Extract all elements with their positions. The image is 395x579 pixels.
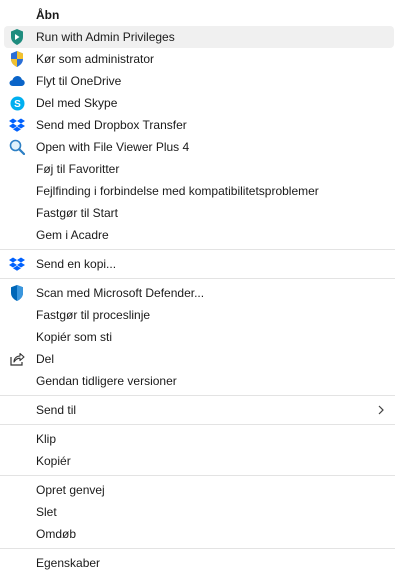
menu-item-rename-label: Omdøb — [36, 527, 77, 541]
menu-item-properties-label: Egenskaber — [36, 556, 101, 570]
menu-item-send-to-label: Send til — [36, 403, 77, 417]
empty-icon-slot — [9, 183, 25, 199]
menu-item-run-as-admin-label: Kør som administrator — [36, 52, 155, 66]
menu-item-send-copy[interactable]: Send en kopi... — [4, 253, 394, 275]
context-menu: Åbn Run with Admin Privileges Kør som ad… — [0, 0, 395, 579]
empty-icon-slot — [9, 402, 25, 418]
menu-item-create-shortcut[interactable]: Opret genvej — [4, 479, 394, 501]
empty-icon-slot — [9, 504, 25, 520]
menu-item-file-viewer-label: Open with File Viewer Plus 4 — [36, 140, 190, 154]
empty-icon-slot — [9, 227, 25, 243]
menu-item-compat[interactable]: Fejlfinding i forbindelse med kompatibil… — [4, 180, 394, 202]
shield-run-icon — [9, 29, 25, 45]
menu-item-cut-label: Klip — [36, 432, 57, 446]
menu-item-run-as-admin[interactable]: Kør som administrator — [4, 48, 394, 70]
menu-item-pin-taskbar-label: Fastgør til proceslinje — [36, 308, 151, 322]
menu-item-cut[interactable]: Klip — [4, 428, 394, 450]
menu-separator — [0, 548, 395, 549]
empty-icon-slot — [9, 161, 25, 177]
menu-item-open[interactable]: Åbn — [4, 4, 394, 26]
skype-icon: S — [9, 95, 25, 111]
svg-text:S: S — [14, 99, 21, 110]
empty-icon-slot — [9, 482, 25, 498]
empty-icon-slot — [9, 453, 25, 469]
menu-item-send-to[interactable]: Send til — [4, 399, 394, 421]
menu-item-favorites-label: Føj til Favoritter — [36, 162, 120, 176]
share-icon — [9, 351, 25, 367]
menu-item-send-copy-label: Send en kopi... — [36, 257, 117, 271]
menu-item-acadre-label: Gem i Acadre — [36, 228, 109, 242]
menu-item-copy-label: Kopiér — [36, 454, 71, 468]
menu-item-defender-label: Scan med Microsoft Defender... — [36, 286, 205, 300]
empty-icon-slot — [9, 373, 25, 389]
menu-item-pin-taskbar[interactable]: Fastgør til proceslinje — [4, 304, 394, 326]
menu-item-run-admin[interactable]: Run with Admin Privileges — [4, 26, 394, 48]
dropbox-icon — [9, 117, 25, 133]
menu-item-restore[interactable]: Gendan tidligere versioner — [4, 370, 394, 392]
menu-item-skype[interactable]: S Del med Skype — [4, 92, 394, 114]
menu-separator — [0, 395, 395, 396]
dropbox-icon — [9, 256, 25, 272]
empty-icon-slot — [9, 431, 25, 447]
menu-item-defender[interactable]: Scan med Microsoft Defender... — [4, 282, 394, 304]
chevron-right-icon — [378, 399, 384, 421]
menu-item-dropbox-transfer[interactable]: Send med Dropbox Transfer — [4, 114, 394, 136]
menu-item-copy-path-label: Kopiér som sti — [36, 330, 113, 344]
menu-item-run-admin-label: Run with Admin Privileges — [36, 30, 175, 44]
menu-item-pin-start[interactable]: Fastgør til Start — [4, 202, 394, 224]
defender-shield-icon — [9, 285, 25, 301]
menu-item-onedrive-label: Flyt til OneDrive — [36, 74, 122, 88]
menu-item-delete[interactable]: Slet — [4, 501, 394, 523]
empty-icon-slot — [9, 7, 25, 23]
empty-icon-slot — [9, 526, 25, 542]
menu-item-properties[interactable]: Egenskaber — [4, 552, 394, 574]
menu-item-open-label: Åbn — [36, 8, 60, 22]
menu-item-copy[interactable]: Kopiér — [4, 450, 394, 472]
menu-item-skype-label: Del med Skype — [36, 96, 118, 110]
menu-item-share[interactable]: Del — [4, 348, 394, 370]
menu-item-rename[interactable]: Omdøb — [4, 523, 394, 545]
menu-separator — [0, 424, 395, 425]
menu-item-pin-start-label: Fastgør til Start — [36, 206, 119, 220]
menu-item-delete-label: Slet — [36, 505, 57, 519]
empty-icon-slot — [9, 205, 25, 221]
menu-separator — [0, 475, 395, 476]
uac-shield-icon — [9, 51, 25, 67]
menu-item-create-shortcut-label: Opret genvej — [36, 483, 105, 497]
menu-separator — [0, 249, 395, 250]
empty-icon-slot — [9, 329, 25, 345]
empty-icon-slot — [9, 307, 25, 323]
menu-item-file-viewer[interactable]: Open with File Viewer Plus 4 — [4, 136, 394, 158]
menu-item-dropbox-transfer-label: Send med Dropbox Transfer — [36, 118, 187, 132]
menu-item-restore-label: Gendan tidligere versioner — [36, 374, 177, 388]
menu-item-share-label: Del — [36, 352, 55, 366]
menu-item-copy-path[interactable]: Kopiér som sti — [4, 326, 394, 348]
menu-item-compat-label: Fejlfinding i forbindelse med kompatibil… — [36, 184, 319, 198]
menu-item-onedrive[interactable]: Flyt til OneDrive — [4, 70, 394, 92]
onedrive-cloud-icon — [9, 73, 25, 89]
menu-item-favorites[interactable]: Føj til Favoritter — [4, 158, 394, 180]
empty-icon-slot — [9, 555, 25, 571]
magnifier-icon — [9, 139, 25, 155]
menu-separator — [0, 278, 395, 279]
menu-item-acadre[interactable]: Gem i Acadre — [4, 224, 394, 246]
